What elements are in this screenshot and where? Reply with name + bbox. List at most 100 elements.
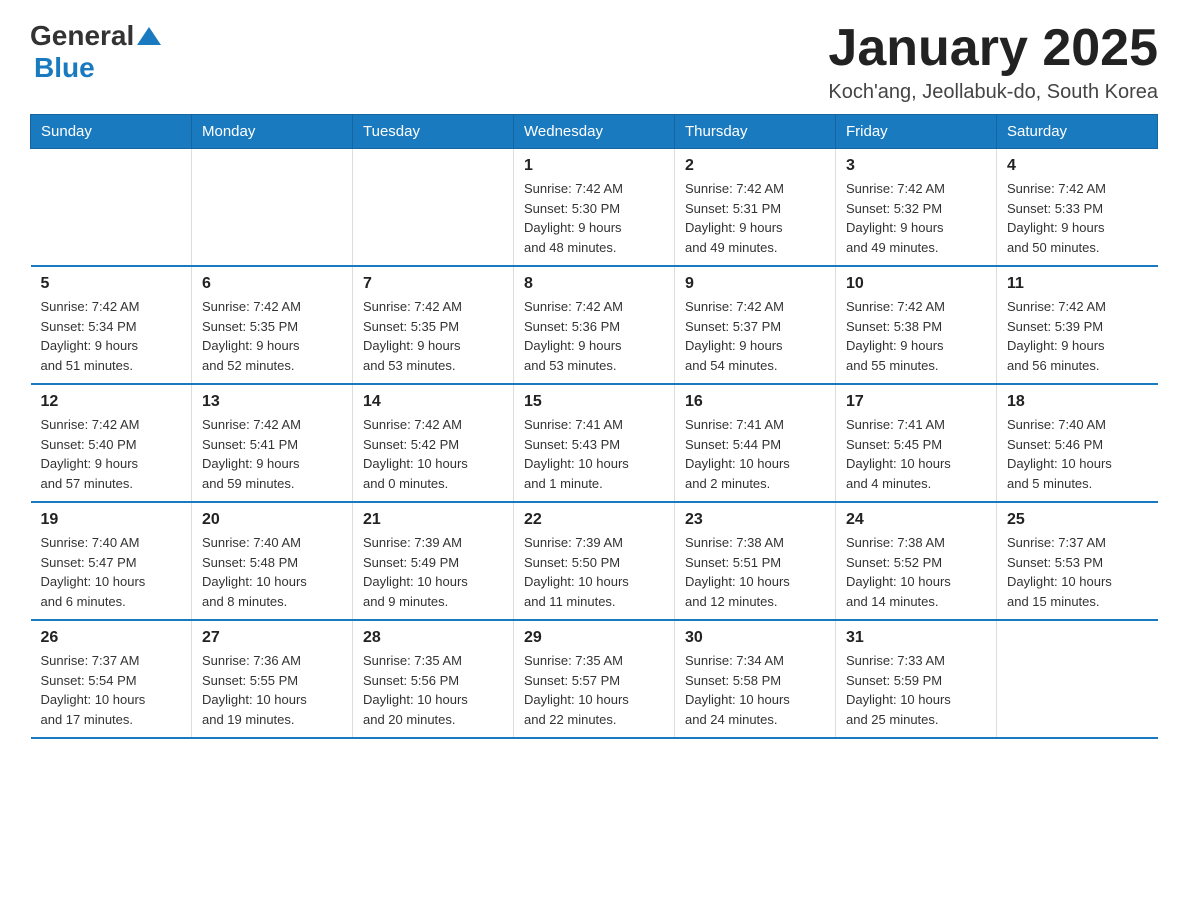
- day-info: Sunrise: 7:41 AMSunset: 5:43 PMDaylight:…: [524, 415, 664, 493]
- col-monday: Monday: [192, 115, 353, 149]
- table-row: 1 Sunrise: 7:42 AMSunset: 5:30 PMDaylight…: [514, 149, 675, 267]
- day-info: Sunrise: 7:41 AMSunset: 5:44 PMDaylight:…: [685, 415, 825, 493]
- day-info: Sunrise: 7:38 AMSunset: 5:52 PMDaylight:…: [846, 533, 986, 611]
- calendar-week-row: 5 Sunrise: 7:42 AMSunset: 5:34 PMDaylight…: [31, 266, 1158, 384]
- day-number: 12: [41, 393, 182, 411]
- table-row: 6 Sunrise: 7:42 AMSunset: 5:35 PMDaylight…: [192, 266, 353, 384]
- day-info: Sunrise: 7:42 AMSunset: 5:32 PMDaylight:…: [846, 179, 986, 257]
- day-number: 19: [41, 511, 182, 529]
- table-row: 4 Sunrise: 7:42 AMSunset: 5:33 PMDaylight…: [997, 149, 1158, 267]
- day-number: 1: [524, 157, 664, 175]
- table-row: [997, 620, 1158, 738]
- col-thursday: Thursday: [675, 115, 836, 149]
- table-row: 10 Sunrise: 7:42 AMSunset: 5:38 PMDayligh…: [836, 266, 997, 384]
- table-row: 18 Sunrise: 7:40 AMSunset: 5:46 PMDayligh…: [997, 384, 1158, 502]
- day-number: 26: [41, 629, 182, 647]
- table-row: 5 Sunrise: 7:42 AMSunset: 5:34 PMDaylight…: [31, 266, 192, 384]
- table-row: 24 Sunrise: 7:38 AMSunset: 5:52 PMDayligh…: [836, 502, 997, 620]
- day-info: Sunrise: 7:37 AMSunset: 5:53 PMDaylight:…: [1007, 533, 1148, 611]
- day-info: Sunrise: 7:42 AMSunset: 5:42 PMDaylight:…: [363, 415, 503, 493]
- day-number: 20: [202, 511, 342, 529]
- day-number: 9: [685, 275, 825, 293]
- day-number: 27: [202, 629, 342, 647]
- day-number: 22: [524, 511, 664, 529]
- table-row: 21 Sunrise: 7:39 AMSunset: 5:49 PMDayligh…: [353, 502, 514, 620]
- day-info: Sunrise: 7:36 AMSunset: 5:55 PMDaylight:…: [202, 651, 342, 729]
- calendar-title: January 2025: [828, 20, 1158, 77]
- table-row: 17Sunrise: 7:41 AMSunset: 5:45 PMDayligh…: [836, 384, 997, 502]
- table-row: 25Sunrise: 7:37 AMSunset: 5:53 PMDayligh…: [997, 502, 1158, 620]
- day-number: 11: [1007, 275, 1148, 293]
- table-row: 16 Sunrise: 7:41 AMSunset: 5:44 PMDayligh…: [675, 384, 836, 502]
- table-row: 31Sunrise: 7:33 AMSunset: 5:59 PMDayligh…: [836, 620, 997, 738]
- col-friday: Friday: [836, 115, 997, 149]
- day-number: 21: [363, 511, 503, 529]
- day-info: Sunrise: 7:42 AMSunset: 5:40 PMDaylight:…: [41, 415, 182, 493]
- day-info: Sunrise: 7:41 AMSunset: 5:45 PMDaylight:…: [846, 415, 986, 493]
- table-row: 23Sunrise: 7:38 AMSunset: 5:51 PMDayligh…: [675, 502, 836, 620]
- table-row: 12 Sunrise: 7:42 AMSunset: 5:40 PMDayligh…: [31, 384, 192, 502]
- day-number: 15: [524, 393, 664, 411]
- day-info: Sunrise: 7:42 AMSunset: 5:31 PMDaylight:…: [685, 179, 825, 257]
- table-row: 30 Sunrise: 7:34 AMSunset: 5:58 PMDayligh…: [675, 620, 836, 738]
- table-row: 20Sunrise: 7:40 AMSunset: 5:48 PMDayligh…: [192, 502, 353, 620]
- table-row: 11Sunrise: 7:42 AMSunset: 5:39 PMDayligh…: [997, 266, 1158, 384]
- title-block: January 2025 Koch'ang, Jeollabuk-do, Sou…: [828, 20, 1158, 104]
- day-number: 7: [363, 275, 503, 293]
- day-info: Sunrise: 7:35 AMSunset: 5:56 PMDaylight:…: [363, 651, 503, 729]
- day-info: Sunrise: 7:40 AMSunset: 5:47 PMDaylight:…: [41, 533, 182, 611]
- calendar-table: Sunday Monday Tuesday Wednesday Thursday…: [30, 114, 1158, 739]
- calendar-week-row: 19 Sunrise: 7:40 AMSunset: 5:47 PMDayligh…: [31, 502, 1158, 620]
- day-number: 24: [846, 511, 986, 529]
- calendar-subtitle: Koch'ang, Jeollabuk-do, South Korea: [828, 81, 1158, 104]
- day-info: Sunrise: 7:35 AMSunset: 5:57 PMDaylight:…: [524, 651, 664, 729]
- day-info: Sunrise: 7:42 AMSunset: 5:38 PMDaylight:…: [846, 297, 986, 375]
- table-row: 7 Sunrise: 7:42 AMSunset: 5:35 PMDaylight…: [353, 266, 514, 384]
- day-info: Sunrise: 7:40 AMSunset: 5:46 PMDaylight:…: [1007, 415, 1148, 493]
- day-number: 30: [685, 629, 825, 647]
- table-row: [353, 149, 514, 267]
- table-row: [192, 149, 353, 267]
- day-info: Sunrise: 7:42 AMSunset: 5:33 PMDaylight:…: [1007, 179, 1148, 257]
- logo: General Blue: [30, 20, 161, 84]
- table-row: 28 Sunrise: 7:35 AMSunset: 5:56 PMDayligh…: [353, 620, 514, 738]
- calendar-week-row: 12 Sunrise: 7:42 AMSunset: 5:40 PMDayligh…: [31, 384, 1158, 502]
- table-row: 2Sunrise: 7:42 AMSunset: 5:31 PMDaylight…: [675, 149, 836, 267]
- day-info: Sunrise: 7:42 AMSunset: 5:34 PMDaylight:…: [41, 297, 182, 375]
- day-number: 3: [846, 157, 986, 175]
- logo-triangle-icon: [137, 27, 161, 45]
- table-row: 22 Sunrise: 7:39 AMSunset: 5:50 PMDayligh…: [514, 502, 675, 620]
- day-number: 4: [1007, 157, 1148, 175]
- table-row: 13Sunrise: 7:42 AMSunset: 5:41 PMDayligh…: [192, 384, 353, 502]
- day-number: 10: [846, 275, 986, 293]
- day-number: 5: [41, 275, 182, 293]
- col-tuesday: Tuesday: [353, 115, 514, 149]
- day-info: Sunrise: 7:37 AMSunset: 5:54 PMDaylight:…: [41, 651, 182, 729]
- day-number: 28: [363, 629, 503, 647]
- day-info: Sunrise: 7:42 AMSunset: 5:35 PMDaylight:…: [363, 297, 503, 375]
- day-number: 6: [202, 275, 342, 293]
- day-number: 18: [1007, 393, 1148, 411]
- col-saturday: Saturday: [997, 115, 1158, 149]
- day-info: Sunrise: 7:42 AMSunset: 5:36 PMDaylight:…: [524, 297, 664, 375]
- day-info: Sunrise: 7:42 AMSunset: 5:41 PMDaylight:…: [202, 415, 342, 493]
- logo-blue-text: Blue: [34, 52, 95, 83]
- table-row: 8Sunrise: 7:42 AMSunset: 5:36 PMDaylight…: [514, 266, 675, 384]
- table-row: 15 Sunrise: 7:41 AMSunset: 5:43 PMDayligh…: [514, 384, 675, 502]
- calendar-header-row: Sunday Monday Tuesday Wednesday Thursday…: [31, 115, 1158, 149]
- day-info: Sunrise: 7:42 AMSunset: 5:35 PMDaylight:…: [202, 297, 342, 375]
- day-number: 29: [524, 629, 664, 647]
- day-info: Sunrise: 7:42 AMSunset: 5:37 PMDaylight:…: [685, 297, 825, 375]
- day-number: 14: [363, 393, 503, 411]
- logo-general-text: General: [30, 20, 134, 52]
- day-info: Sunrise: 7:38 AMSunset: 5:51 PMDaylight:…: [685, 533, 825, 611]
- table-row: 29 Sunrise: 7:35 AMSunset: 5:57 PMDayligh…: [514, 620, 675, 738]
- day-number: 16: [685, 393, 825, 411]
- day-number: 31: [846, 629, 986, 647]
- day-info: Sunrise: 7:42 AMSunset: 5:30 PMDaylight:…: [524, 179, 664, 257]
- day-info: Sunrise: 7:39 AMSunset: 5:49 PMDaylight:…: [363, 533, 503, 611]
- page-header: General Blue January 2025 Koch'ang, Jeol…: [30, 20, 1158, 104]
- day-info: Sunrise: 7:34 AMSunset: 5:58 PMDaylight:…: [685, 651, 825, 729]
- day-info: Sunrise: 7:39 AMSunset: 5:50 PMDaylight:…: [524, 533, 664, 611]
- table-row: 27 Sunrise: 7:36 AMSunset: 5:55 PMDayligh…: [192, 620, 353, 738]
